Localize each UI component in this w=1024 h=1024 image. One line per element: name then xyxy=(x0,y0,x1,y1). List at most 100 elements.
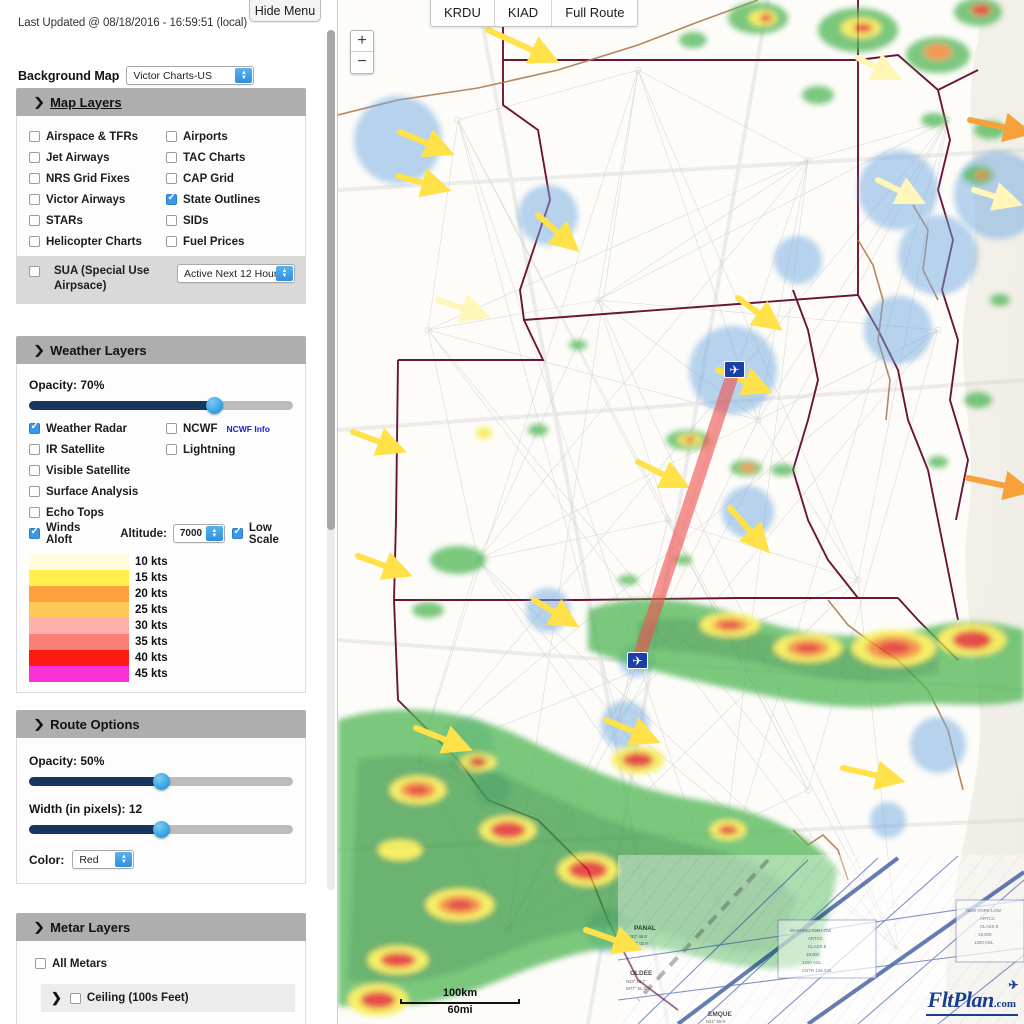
checkbox-icon[interactable] xyxy=(166,423,177,434)
tab-full-route[interactable]: Full Route xyxy=(552,0,637,26)
svg-text:N31° 59.9': N31° 59.9' xyxy=(706,1019,726,1024)
checkbox-stars[interactable]: STARs xyxy=(29,210,166,231)
background-map-select[interactable]: Victor Charts-US ▲ ▼ xyxy=(126,66,255,85)
route-options-body: Opacity: 50% Width (in pixels): 12 Color… xyxy=(16,738,306,884)
airport-marker-origin[interactable]: ✈ xyxy=(627,652,648,669)
label: Weather Radar xyxy=(46,422,127,435)
route-opacity-slider[interactable] xyxy=(29,773,293,790)
checkbox-icon[interactable] xyxy=(166,173,177,184)
checkbox-echo-tops[interactable]: Echo Tops xyxy=(29,502,305,523)
sua-active-select[interactable]: Active Next 12 Hours ▲ ▼ xyxy=(177,264,295,283)
sidebar-scrollbar-track[interactable] xyxy=(327,30,335,890)
checkbox-icon[interactable] xyxy=(166,152,177,163)
checkbox-airports[interactable]: Airports xyxy=(166,126,305,147)
checkbox-icon[interactable] xyxy=(29,215,40,226)
checkbox-sua[interactable] xyxy=(29,266,40,277)
checkbox-winds-aloft[interactable] xyxy=(29,526,40,539)
checkbox-icon[interactable] xyxy=(166,192,177,205)
checkbox-icon[interactable] xyxy=(166,444,177,455)
checkbox-jet-airways[interactable]: Jet Airways xyxy=(29,147,166,168)
metar-layers-panel: ❯ Metar Layers All Metars ❯ Ceiling (100… xyxy=(16,913,306,1024)
label: Fuel Prices xyxy=(183,235,245,248)
route-width-label: Width (in pixels): 12 xyxy=(29,802,143,816)
checkbox-victor-airways[interactable]: Victor Airways xyxy=(29,189,166,210)
checkbox-weather-radar[interactable]: Weather Radar xyxy=(29,418,166,439)
route-width-slider[interactable] xyxy=(29,821,293,838)
checkbox-icon[interactable] xyxy=(29,486,40,497)
route-color-select[interactable]: Red ▲ ▼ xyxy=(72,850,135,869)
checkbox-icon[interactable] xyxy=(29,131,40,142)
zoom-out-button[interactable]: − xyxy=(351,52,373,73)
weather-opacity-slider[interactable] xyxy=(29,397,293,414)
slider-fill xyxy=(29,401,214,410)
slider-knob[interactable] xyxy=(205,397,223,414)
ceiling-label: Ceiling (100s Feet) xyxy=(86,992,189,1004)
checkbox-icon[interactable] xyxy=(29,194,40,205)
stepper-icon[interactable]: ▲ ▼ xyxy=(115,852,133,867)
checkbox-tac-charts[interactable]: TAC Charts xyxy=(166,147,305,168)
checkbox-helicopter-charts[interactable]: Helicopter Charts xyxy=(29,231,166,252)
checkbox-ncwf[interactable]: NCWF NCWF Info xyxy=(166,418,305,439)
background-map-row: Background Map Victor Charts-US ▲ ▼ xyxy=(18,66,255,85)
stepper-icon[interactable]: ▲ ▼ xyxy=(205,526,223,541)
checkbox-nrs-grid-fixes[interactable]: NRS Grid Fixes xyxy=(29,168,166,189)
checkbox-sids[interactable]: SIDs xyxy=(166,210,305,231)
checkbox-low-scale[interactable] xyxy=(231,526,243,539)
hide-menu-button[interactable]: Hide Menu xyxy=(249,0,321,22)
checkbox-lightning[interactable]: Lightning xyxy=(166,439,305,460)
checkbox-icon[interactable] xyxy=(166,131,177,142)
weather-layers-header[interactable]: ❯ Weather Layers xyxy=(16,336,306,364)
airport-marker-destination[interactable]: ✈ xyxy=(724,361,745,378)
chevron-right-icon[interactable]: ❯ xyxy=(51,990,62,1006)
slider-knob[interactable] xyxy=(153,773,170,790)
checkbox-icon[interactable] xyxy=(29,444,40,455)
route-options-header[interactable]: ❯ Route Options xyxy=(16,710,306,738)
wind-legend-swatch xyxy=(29,554,129,570)
map-layers-header[interactable]: ❯ Map Layers xyxy=(16,88,306,116)
ncwf-info-link[interactable]: NCWF Info xyxy=(227,424,270,434)
checkbox-cap-grid[interactable]: CAP Grid xyxy=(166,168,305,189)
checkbox-visible-satellite[interactable]: Visible Satellite xyxy=(29,460,305,481)
metar-layers-header[interactable]: ❯ Metar Layers xyxy=(16,913,306,941)
checkbox-icon[interactable] xyxy=(29,421,40,434)
slider-knob[interactable] xyxy=(153,821,170,838)
checkbox-icon[interactable] xyxy=(29,173,40,184)
ceiling-row[interactable]: ❯ Ceiling (100s Feet) xyxy=(41,984,295,1012)
map-layers-checkbox-grid: Airspace & TFRs Airports Jet Airways TAC… xyxy=(17,116,305,256)
checkbox-airspace-tfrs[interactable]: Airspace & TFRs xyxy=(29,126,166,147)
checkbox-icon[interactable] xyxy=(29,236,40,247)
map-view[interactable]: WASHINGTON LOW ARTCC CLASS E 18,000 1200… xyxy=(338,0,1024,1024)
map-zoom-controls: + − xyxy=(350,30,374,74)
last-updated-text: Last Updated @ 08/18/2016 - 16:59:51 (lo… xyxy=(18,17,248,29)
weather-opacity-group: Opacity: 70% xyxy=(17,364,305,414)
wind-legend-label: 20 kts xyxy=(135,588,168,600)
checkbox-surface-analysis[interactable]: Surface Analysis xyxy=(29,481,305,502)
checkbox-all-metars[interactable]: All Metars xyxy=(35,953,305,974)
checkbox-icon[interactable] xyxy=(29,152,40,163)
map-scale-bar: 100km 60mi xyxy=(400,987,520,1016)
altitude-select[interactable]: 7000 ▲ ▼ xyxy=(172,524,225,543)
slider-fill xyxy=(29,825,161,834)
checkbox-icon[interactable] xyxy=(166,215,177,226)
zoom-in-button[interactable]: + xyxy=(351,31,373,52)
checkbox-icon[interactable] xyxy=(29,507,40,518)
svg-text:1200 AGL: 1200 AGL xyxy=(802,960,822,965)
checkbox-ceiling[interactable] xyxy=(69,992,81,1004)
wind-legend-swatch xyxy=(29,618,129,634)
checkbox-icon[interactable] xyxy=(35,958,46,969)
label: NCWF xyxy=(183,422,218,435)
stepper-icon[interactable]: ▲ ▼ xyxy=(235,68,253,83)
tab-krdu[interactable]: KRDU xyxy=(431,0,495,26)
checkbox-ir-satellite[interactable]: IR Satellite xyxy=(29,439,166,460)
checkbox-icon[interactable] xyxy=(29,465,40,476)
label: IR Satellite xyxy=(46,443,105,456)
checkbox-state-outlines[interactable]: State Outlines xyxy=(166,189,305,210)
checkbox-fuel-prices[interactable]: Fuel Prices xyxy=(166,231,305,252)
sidebar-scrollbar-thumb[interactable] xyxy=(327,30,335,530)
weather-layers-title: Weather Layers xyxy=(50,342,147,358)
stepper-icon[interactable]: ▲ ▼ xyxy=(276,266,293,281)
map-layers-title: Map Layers xyxy=(50,94,122,110)
tab-kiad[interactable]: KIAD xyxy=(495,0,553,26)
wind-legend-label: 30 kts xyxy=(135,620,168,632)
checkbox-icon[interactable] xyxy=(166,236,177,247)
